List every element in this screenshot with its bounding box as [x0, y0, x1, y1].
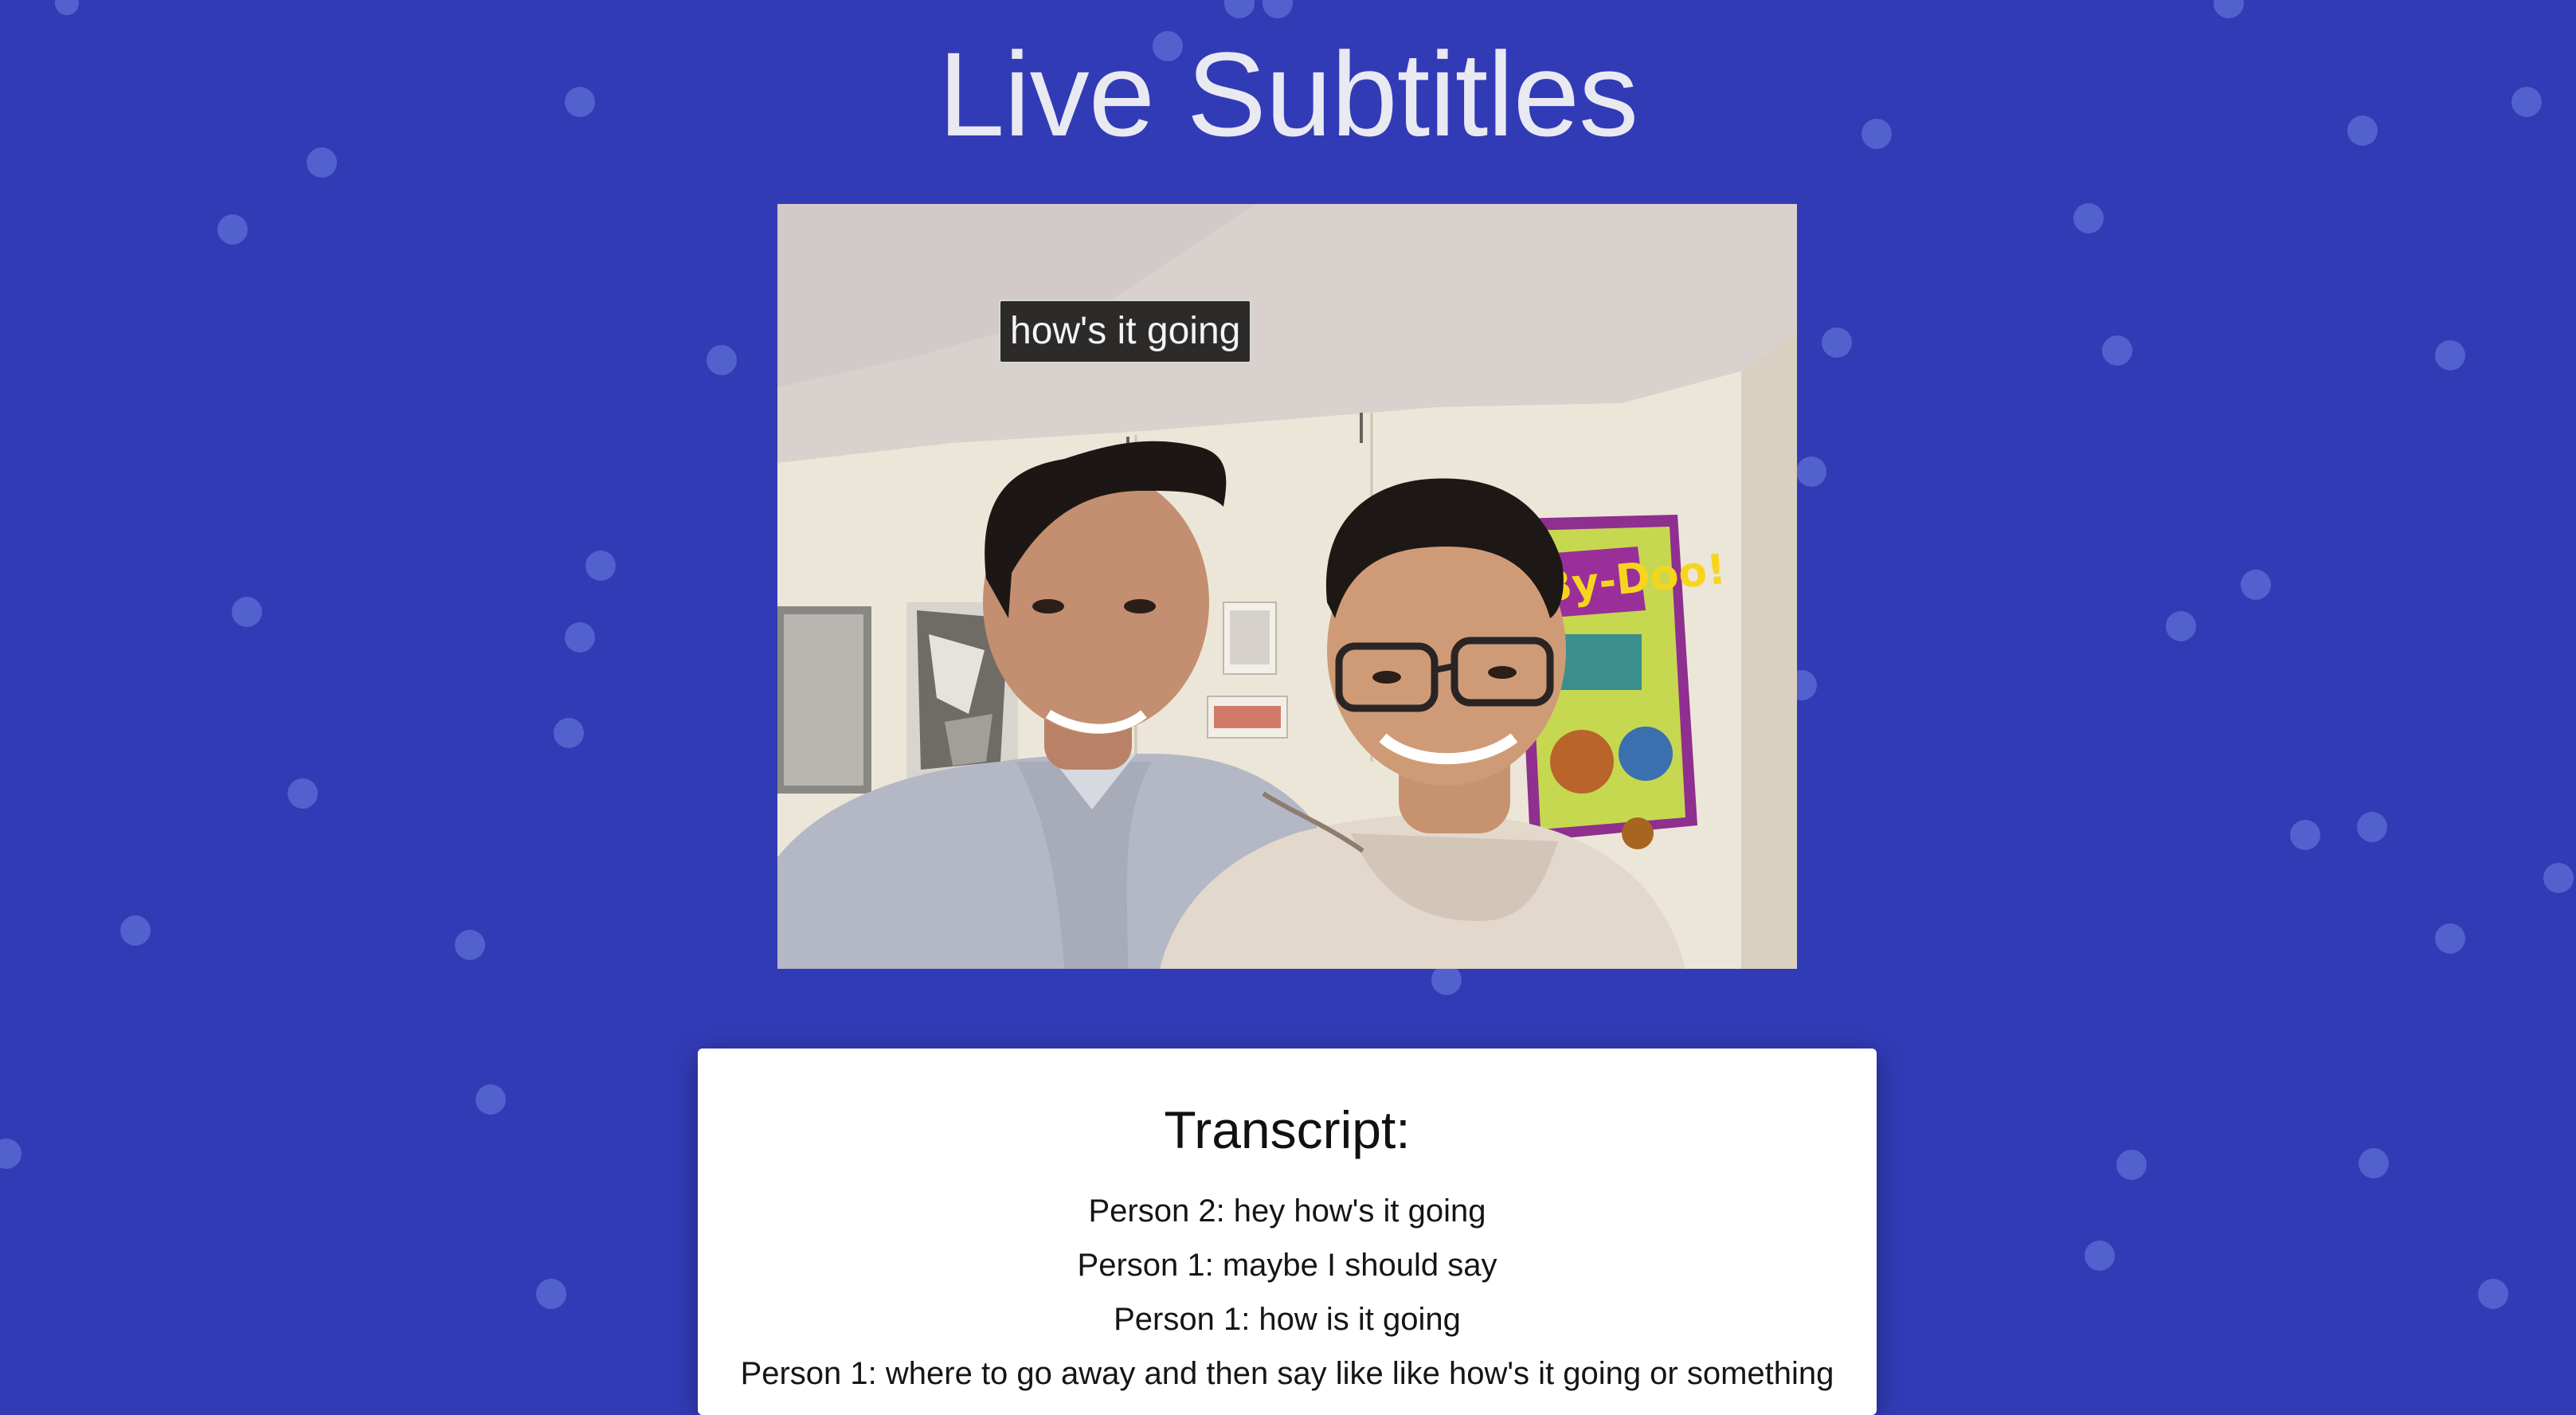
transcript-line: Person 1: where to go away and then say … [740, 1356, 1834, 1391]
background-dot [2102, 335, 2132, 366]
background-dot [288, 778, 318, 809]
background-dot [1796, 457, 1826, 487]
background-dot [1822, 327, 1852, 358]
background-dot [585, 551, 616, 581]
webcam-scene: By-Doo! [777, 204, 1797, 969]
background-dot [120, 915, 151, 946]
background-dot [0, 1139, 22, 1169]
background-dot [2214, 0, 2244, 18]
background-dot [2359, 1148, 2389, 1178]
background-dot [2543, 863, 2574, 893]
background-dot [565, 622, 595, 653]
transcript-heading: Transcript: [1164, 1100, 1411, 1159]
background-dot [554, 718, 584, 748]
background-dot [1431, 965, 1462, 995]
background-dot [217, 214, 248, 245]
page-title: Live Subtitles [938, 27, 1638, 161]
background-dot [1263, 0, 1293, 18]
background-dot [476, 1084, 506, 1115]
background-dot [455, 930, 485, 960]
transcript-line: Person 1: how is it going [1114, 1302, 1461, 1337]
background-dot [536, 1279, 566, 1309]
subtitle-overlay: how's it going [999, 300, 1252, 363]
background-dot [2435, 340, 2465, 370]
background-dot [55, 0, 79, 15]
background-dot [2357, 812, 2387, 842]
transcript-list: Person 2: hey how's it going Person 1: m… [698, 1184, 1877, 1401]
webcam-video: By-Doo! how's it going [777, 204, 1797, 969]
background-dot [2073, 203, 2104, 233]
background-dot [2435, 923, 2465, 954]
background-dot [1224, 0, 1255, 18]
transcript-line: Person 1: maybe I should say [1077, 1248, 1497, 1283]
background-dot [2116, 1150, 2147, 1180]
background-dot [2478, 1279, 2508, 1309]
transcript-panel: Transcript: Person 2: hey how's it going… [698, 1049, 1877, 1415]
background-dot [232, 597, 262, 627]
background-dot [2166, 611, 2196, 641]
background-dot [2085, 1241, 2115, 1271]
transcript-line: Person 2: hey how's it going [1088, 1194, 1486, 1229]
background-dot [2290, 820, 2320, 850]
background-dot [2241, 570, 2271, 600]
background-dot [707, 345, 737, 375]
